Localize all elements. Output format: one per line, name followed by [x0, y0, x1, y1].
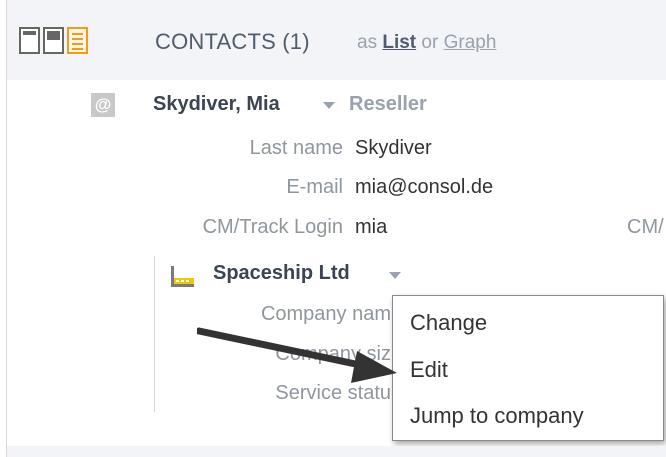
factory-icon: [171, 266, 194, 287]
company-name-label: Company nam: [260, 303, 391, 325]
section-title: CONTACTS (1): [155, 29, 310, 54]
cmtrack-login-label: CM/Track Login: [202, 216, 343, 238]
email-label: E-mail: [286, 176, 343, 198]
company-divider: [154, 256, 155, 412]
company-name[interactable]: Spaceship Ltd: [213, 262, 350, 285]
card-view-icon[interactable]: [67, 27, 88, 54]
graph-view-link[interactable]: Graph: [444, 32, 497, 53]
view-mode-links: as List or Graph: [357, 32, 496, 54]
contact-name[interactable]: Skydiver, Mia: [153, 93, 280, 116]
contact-chevron-down-icon[interactable]: [323, 102, 335, 109]
view-switcher: [19, 27, 88, 54]
cmtrack-login-value: mia: [355, 216, 388, 238]
last-name-value: Skydiver: [355, 137, 432, 159]
detail-view-icon[interactable]: [43, 27, 64, 54]
menu-item-change[interactable]: Change: [410, 310, 487, 336]
cmtrack-cut-label: CM/: [627, 216, 664, 238]
last-name-label: Last name: [249, 137, 343, 159]
contacts-header: CONTACTS (1) as List or Graph: [7, 0, 666, 80]
service-status-label: Service statu: [275, 382, 391, 404]
email-value[interactable]: mia@consol.de: [355, 176, 493, 199]
menu-item-jump-to-company[interactable]: Jump to company: [410, 403, 584, 429]
or-text: or: [421, 32, 439, 53]
compact-view-icon[interactable]: [19, 27, 40, 54]
company-chevron-down-icon[interactable]: [389, 272, 401, 279]
as-text: as: [357, 32, 378, 53]
contact-role: Reseller: [349, 93, 427, 115]
pointer-arrow-icon: [197, 327, 397, 383]
company-context-menu: Change Edit Jump to company: [392, 295, 664, 441]
list-view-link[interactable]: List: [382, 32, 416, 53]
contacts-panel: CONTACTS (1) as List or Graph @ Skydiver…: [6, 0, 666, 457]
at-sign-icon: @: [91, 93, 115, 117]
next-section-band: [7, 446, 666, 457]
